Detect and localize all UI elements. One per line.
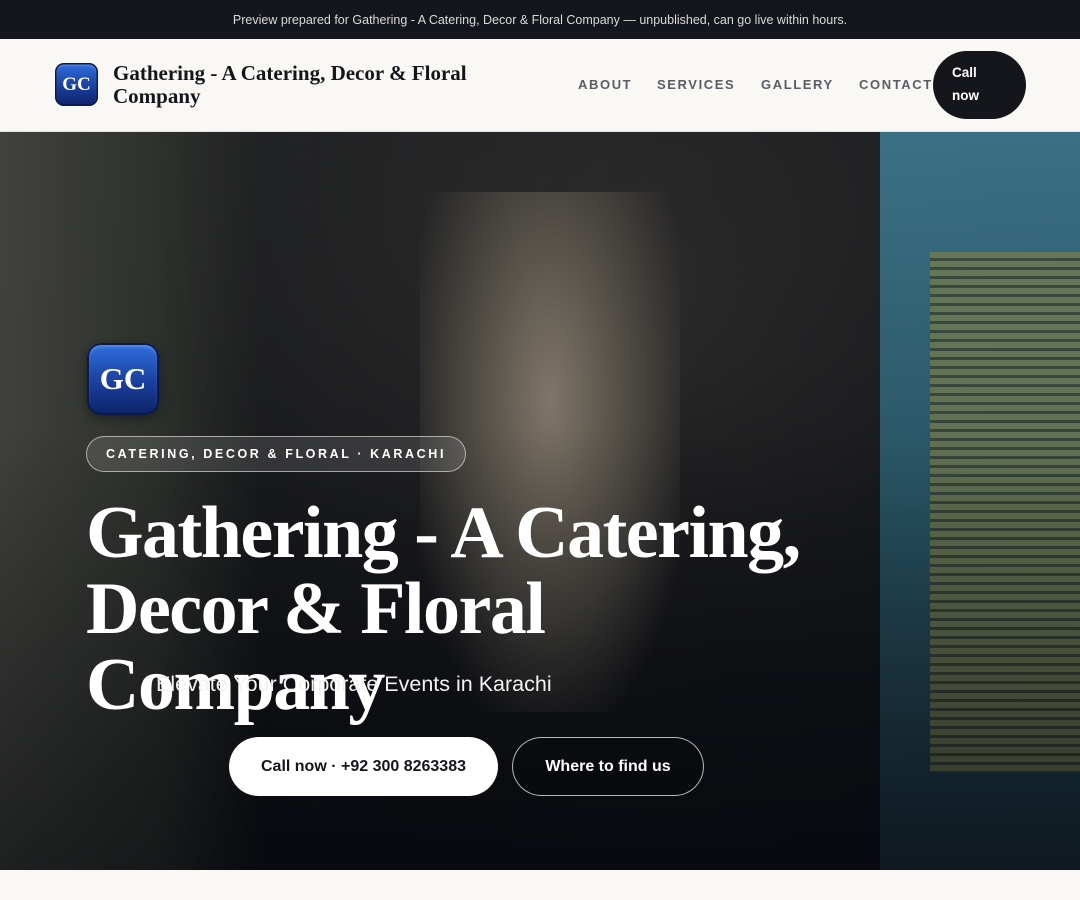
find-us-button[interactable]: Where to find us xyxy=(512,737,704,796)
call-phone-button[interactable]: Call now · +92 300 8263383 xyxy=(229,737,498,796)
logo-initials: GC xyxy=(62,73,91,95)
hero-subtitle: Elevate Your Corporate Events in Karachi xyxy=(156,672,552,696)
nav-about[interactable]: ABOUT xyxy=(578,77,632,92)
logo-icon[interactable]: GC xyxy=(55,63,98,106)
nav-contact[interactable]: CONTACT xyxy=(859,77,933,92)
call-now-button[interactable]: Call now xyxy=(933,51,1026,119)
brand-name[interactable]: Gathering - A Catering, Decor & Floral C… xyxy=(113,62,533,108)
site-header: GC Gathering - A Catering, Decor & Flora… xyxy=(0,39,1080,132)
preview-banner-text: Preview prepared for Gathering - A Cater… xyxy=(232,12,848,27)
hero-section: GC CATERING, DECOR & FLORAL · KARACHI Ga… xyxy=(0,132,1080,870)
preview-banner: Preview prepared for Gathering - A Cater… xyxy=(0,0,1080,39)
hero-tagline-badge: CATERING, DECOR & FLORAL · KARACHI xyxy=(86,436,467,472)
nav-gallery[interactable]: GALLERY xyxy=(761,77,834,92)
hero-logo-icon: GC xyxy=(87,343,159,415)
nav-services[interactable]: SERVICES xyxy=(657,77,735,92)
hero-logo-initials: GC xyxy=(99,361,147,396)
